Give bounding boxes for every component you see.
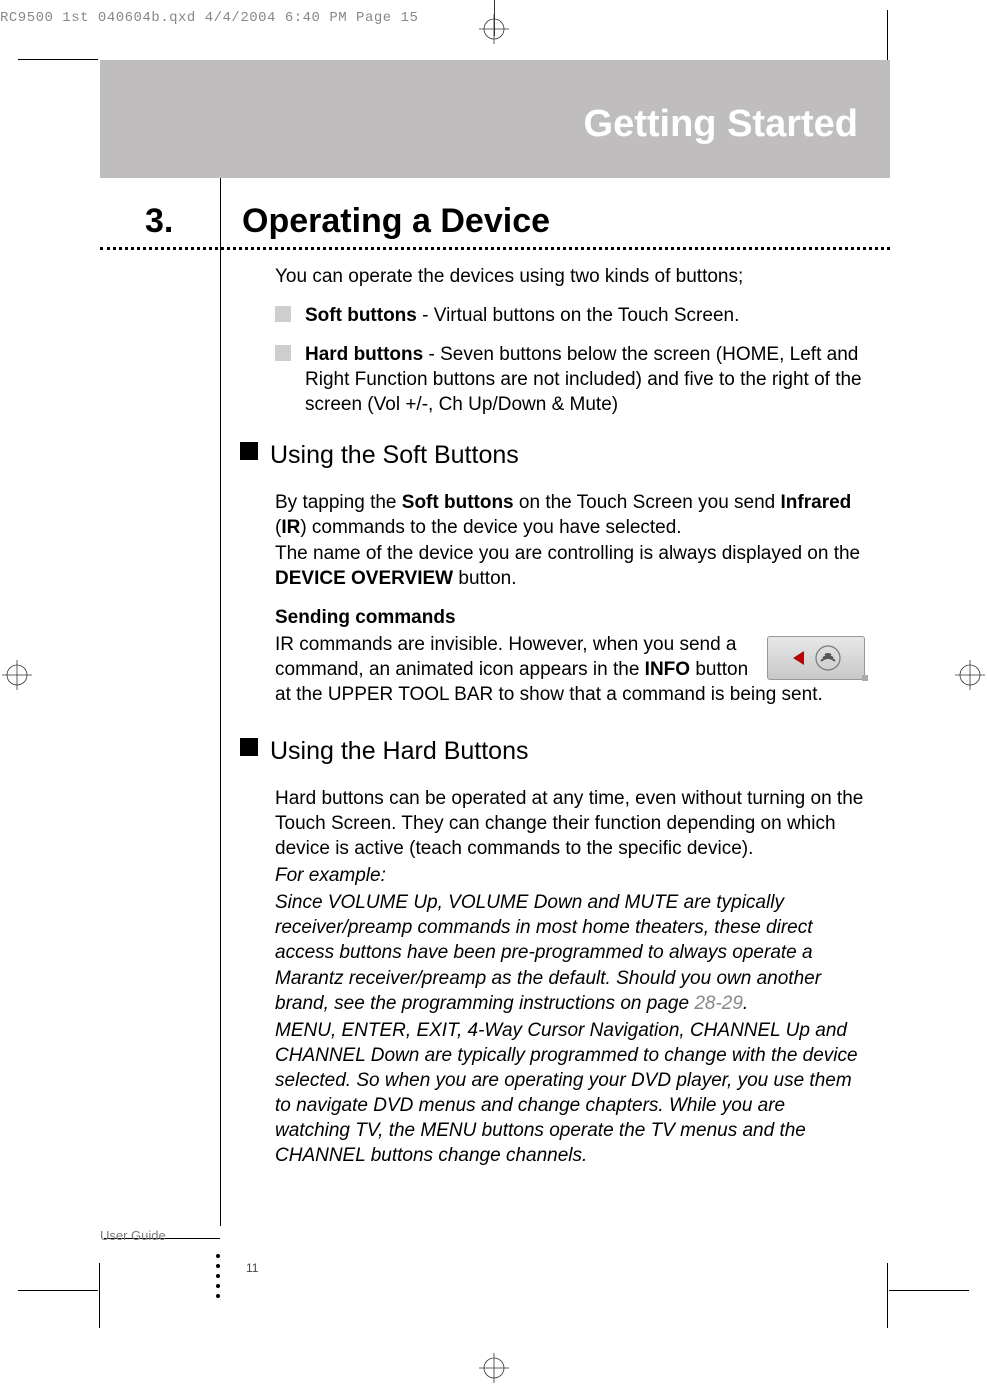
content-area: 3. Operating a Device You can operate th… xyxy=(100,178,890,206)
paragraph: IR commands are invisible. However, when… xyxy=(275,632,865,707)
crop-line xyxy=(18,1290,98,1291)
text: The name of the device you are controlli… xyxy=(275,543,860,564)
text: By tapping the xyxy=(275,492,402,513)
page-number: 11 xyxy=(246,1261,258,1275)
registration-mark-right xyxy=(955,660,985,695)
text-bold: IR xyxy=(281,517,300,538)
bullet-bold: Hard buttons xyxy=(305,344,423,365)
vertical-rule xyxy=(220,178,221,1226)
text-italic: . xyxy=(743,993,748,1014)
text-bold: Infrared xyxy=(781,492,852,513)
page-content: Getting Started 3. Operating a Device Yo… xyxy=(100,60,890,1260)
dotted-rule xyxy=(100,247,890,250)
footer-label: User Guide xyxy=(100,1228,166,1243)
bullet-text: - Virtual buttons on the Touch Screen. xyxy=(417,305,740,326)
paragraph: By tapping the Soft buttons on the Touch… xyxy=(275,490,865,590)
subsection-heading: Using the Soft Buttons xyxy=(270,441,519,469)
crop-line xyxy=(99,1263,100,1328)
paragraph: Hard buttons can be operated at any time… xyxy=(275,786,865,861)
registration-mark-top xyxy=(479,14,509,49)
section-number: 3. xyxy=(145,202,173,241)
crop-line xyxy=(889,1290,969,1291)
subsection-heading: Using the Hard Buttons xyxy=(270,737,528,765)
intro-text: You can operate the devices using two ki… xyxy=(275,264,865,289)
text: on the Touch Screen you send xyxy=(514,492,781,513)
info-signal-icon xyxy=(767,636,865,680)
square-bullet-icon xyxy=(240,442,258,460)
text-bold: Soft buttons xyxy=(402,492,514,513)
page-reference: 28-29 xyxy=(694,993,743,1014)
chapter-title: Getting Started xyxy=(584,103,858,146)
vertical-dots-icon xyxy=(216,1248,224,1304)
example-label: For example: xyxy=(275,863,865,888)
registration-mark-left xyxy=(2,660,32,695)
bullet-item: Hard buttons - Seven buttons below the s… xyxy=(275,342,865,417)
bullet-item: Soft buttons - Virtual buttons on the To… xyxy=(275,303,865,328)
example-paragraph: MENU, ENTER, EXIT, 4-Way Cursor Navigati… xyxy=(275,1018,865,1168)
square-bullet-icon xyxy=(275,306,291,322)
text: ) commands to the device you have select… xyxy=(300,517,681,538)
text-bold: DEVICE OVERVIEW xyxy=(275,568,453,589)
sub-sub-heading: Sending commands xyxy=(275,605,865,630)
crop-line xyxy=(18,59,98,60)
subsection: Using the Soft Buttons xyxy=(240,439,830,472)
crop-line xyxy=(887,1263,888,1328)
section-heading: Operating a Device xyxy=(242,202,550,241)
chapter-banner: Getting Started xyxy=(100,60,890,178)
subsection: Using the Hard Buttons xyxy=(240,735,830,768)
body-text: You can operate the devices using two ki… xyxy=(275,264,865,1182)
crop-line xyxy=(887,10,888,60)
registration-mark-bottom xyxy=(479,1353,509,1388)
print-file-header: RC9500 1st 040604b.qxd 4/4/2004 6:40 PM … xyxy=(0,10,418,26)
text-bold: INFO xyxy=(645,659,690,680)
square-bullet-icon xyxy=(240,738,258,756)
square-bullet-icon xyxy=(275,345,291,361)
text: button. xyxy=(453,568,516,589)
bullet-bold: Soft buttons xyxy=(305,305,417,326)
example-paragraph: Since VOLUME Up, VOLUME Down and MUTE ar… xyxy=(275,890,865,1015)
